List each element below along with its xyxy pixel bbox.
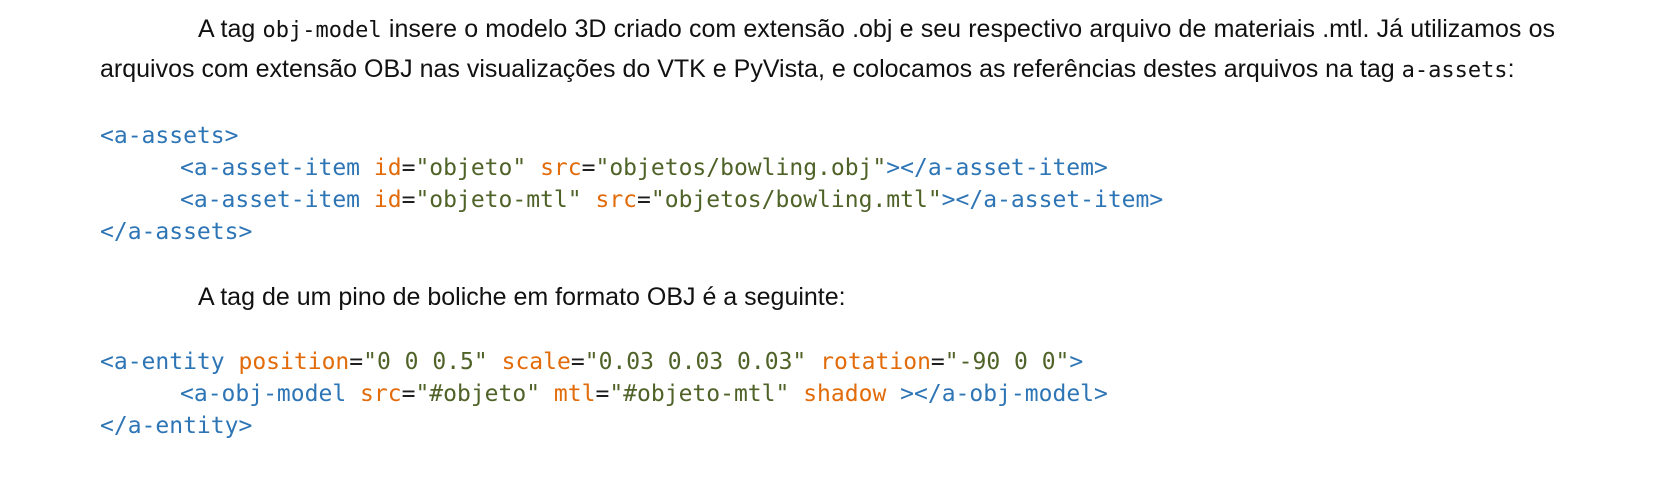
code-tag: <a-asset-item — [180, 187, 361, 213]
code-string: "objeto" — [415, 155, 527, 181]
code-string: "0 0 0.5" — [363, 349, 488, 375]
inline-code-obj-model: obj-model — [262, 18, 382, 43]
code-tag: ></a-obj-model> — [900, 381, 1108, 407]
code-attribute: mtl — [553, 381, 596, 407]
code-tag: ></a-asset-item> — [941, 187, 1164, 213]
paragraph-obj-model-intro: A tag obj-model insere o modelo 3D criad… — [100, 10, 1555, 90]
code-string: "#objeto" — [415, 381, 541, 407]
code-string: "objetos/bowling.mtl" — [650, 187, 942, 213]
code-tag: <a-asset-item — [180, 155, 361, 181]
code-line: </a-assets> — [100, 216, 1555, 248]
paragraph-text: : — [1507, 55, 1515, 83]
code-attribute: scale — [501, 349, 571, 375]
code-line: <a-obj-model src="#objeto" mtl="#objeto-… — [180, 381, 1108, 407]
paragraph-bowling-pin: A tag de um pino de boliche em formato O… — [198, 283, 846, 311]
code-string: "0.03 0.03 0.03" — [584, 349, 807, 375]
inline-code-a-assets: a-assets — [1401, 58, 1508, 83]
code-attribute: shadow — [803, 381, 887, 407]
code-line: <a-entity position="0 0 0.5" scale="0.03… — [100, 349, 1084, 375]
code-tag: </a-assets> — [100, 219, 253, 245]
code-attribute: rotation — [820, 349, 931, 375]
code-tag: > — [1069, 349, 1084, 375]
code-line: </a-entity> — [100, 410, 1555, 442]
code-attribute: id — [373, 155, 402, 181]
code-line: <a-asset-item id="objeto-mtl" src="objet… — [180, 187, 1164, 213]
code-string: "objetos/bowling.obj" — [595, 155, 887, 181]
code-tag: </a-entity> — [100, 413, 253, 439]
code-block-assets: <a-assets> <a-asset-item id="objeto" src=… — [100, 120, 1555, 248]
code-attribute: src — [540, 155, 582, 181]
code-string: "objeto-mtl" — [415, 187, 582, 213]
code-tag: <a-entity — [100, 349, 225, 375]
code-attribute: position — [238, 349, 350, 375]
code-string: "-90 0 0" — [944, 349, 1070, 375]
code-tag: ></a-asset-item> — [886, 155, 1108, 181]
code-attribute: id — [373, 187, 402, 213]
code-attribute: src — [360, 381, 402, 407]
code-attribute: src — [595, 187, 638, 213]
document-body: A tag obj-model insere o modelo 3D criad… — [100, 10, 1555, 442]
paragraph-text: A tag — [198, 15, 263, 43]
code-string: "#objeto-mtl" — [609, 381, 790, 407]
code-line: <a-asset-item id="objeto" src="objetos/b… — [180, 155, 1108, 181]
code-line: <a-assets> — [100, 120, 1555, 152]
code-tag: <a-assets> — [100, 123, 239, 149]
code-block-entity: <a-entity position="0 0 0.5" scale="0.03… — [100, 346, 1555, 442]
code-tag: <a-obj-model — [180, 381, 347, 407]
